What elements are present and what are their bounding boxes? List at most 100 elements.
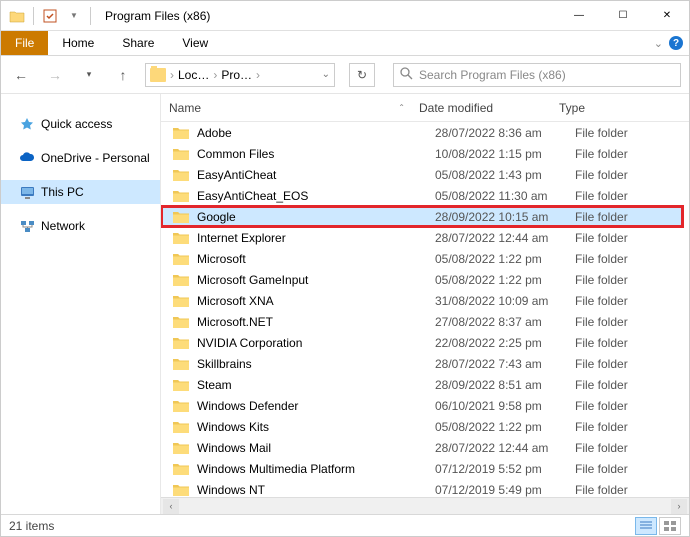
cell-type: File folder bbox=[575, 336, 689, 350]
expand-ribbon-icon[interactable]: ⌄ bbox=[654, 37, 663, 50]
cell-date: 07/12/2019 5:52 pm bbox=[435, 462, 575, 476]
content-area: Quick access OneDrive - Personal This PC… bbox=[1, 94, 689, 514]
cell-type: File folder bbox=[575, 399, 689, 413]
cell-name: Windows Mail bbox=[197, 441, 435, 455]
file-list[interactable]: Adobe28/07/2022 8:36 amFile folderCommon… bbox=[161, 122, 689, 497]
column-header-date[interactable]: Date modified bbox=[419, 101, 559, 115]
status-bar: 21 items bbox=[1, 514, 689, 536]
cell-date: 28/09/2022 10:15 am bbox=[435, 210, 575, 224]
qat-dropdown-icon[interactable]: ▼ bbox=[66, 8, 82, 24]
cell-name: Skillbrains bbox=[197, 357, 435, 371]
table-row[interactable]: Microsoft XNA31/08/2022 10:09 amFile fol… bbox=[161, 290, 689, 311]
address-bar[interactable]: › Loc… › Pro… › ⌄ bbox=[145, 63, 335, 87]
cell-date: 28/07/2022 12:44 am bbox=[435, 231, 575, 245]
table-row[interactable]: Windows Mail28/07/2022 12:44 amFile fold… bbox=[161, 437, 689, 458]
horizontal-scrollbar[interactable]: ‹ › bbox=[161, 497, 689, 514]
cell-date: 06/10/2021 9:58 pm bbox=[435, 399, 575, 413]
table-row[interactable]: Windows NT07/12/2019 5:49 pmFile folder bbox=[161, 479, 689, 497]
thumbnails-view-button[interactable] bbox=[659, 517, 681, 535]
table-row[interactable]: Microsoft.NET27/08/2022 8:37 amFile fold… bbox=[161, 311, 689, 332]
properties-icon[interactable] bbox=[42, 8, 58, 24]
ribbon-tab-share[interactable]: Share bbox=[108, 31, 168, 55]
breadcrumb-segment[interactable]: Loc… bbox=[178, 68, 209, 82]
window-title: Program Files (x86) bbox=[99, 9, 210, 23]
scroll-left-button[interactable]: ‹ bbox=[163, 499, 179, 514]
help-icon[interactable]: ? bbox=[669, 36, 683, 50]
nav-label: Quick access bbox=[41, 117, 112, 131]
table-row[interactable]: Windows Multimedia Platform07/12/2019 5:… bbox=[161, 458, 689, 479]
folder-icon bbox=[173, 441, 189, 455]
folder-icon bbox=[173, 420, 189, 434]
column-header-name[interactable]: Name ⌃ bbox=[169, 101, 419, 115]
cell-name: Internet Explorer bbox=[197, 231, 435, 245]
qat-divider bbox=[33, 7, 34, 25]
status-item-count: 21 items bbox=[9, 519, 54, 533]
folder-icon bbox=[173, 483, 189, 497]
navigation-pane: Quick access OneDrive - Personal This PC… bbox=[1, 94, 161, 514]
cell-type: File folder bbox=[575, 189, 689, 203]
search-box[interactable] bbox=[393, 63, 681, 87]
nav-label: Network bbox=[41, 219, 85, 233]
cell-name: Windows Multimedia Platform bbox=[197, 462, 435, 476]
cell-type: File folder bbox=[575, 126, 689, 140]
table-row[interactable]: Google28/09/2022 10:15 amFile folder bbox=[161, 206, 683, 227]
cell-name: Microsoft XNA bbox=[197, 294, 435, 308]
breadcrumb-segment[interactable]: Pro… bbox=[221, 68, 252, 82]
close-button[interactable]: ✕ bbox=[645, 1, 689, 31]
maximize-button[interactable]: ☐ bbox=[601, 1, 645, 31]
table-row[interactable]: Microsoft05/08/2022 1:22 pmFile folder bbox=[161, 248, 689, 269]
cell-name: Windows NT bbox=[197, 483, 435, 497]
table-row[interactable]: NVIDIA Corporation22/08/2022 2:25 pmFile… bbox=[161, 332, 689, 353]
cell-name: Microsoft GameInput bbox=[197, 273, 435, 287]
column-header-type[interactable]: Type bbox=[559, 101, 689, 115]
cell-date: 07/12/2019 5:49 pm bbox=[435, 483, 575, 497]
cell-type: File folder bbox=[575, 252, 689, 266]
nav-label: This PC bbox=[41, 185, 84, 199]
folder-icon bbox=[173, 189, 189, 203]
table-row[interactable]: Steam28/09/2022 8:51 amFile folder bbox=[161, 374, 689, 395]
cell-name: Microsoft bbox=[197, 252, 435, 266]
back-button[interactable]: ← bbox=[9, 63, 33, 87]
header-label: Name bbox=[169, 101, 201, 115]
up-button[interactable]: ↑ bbox=[111, 63, 135, 87]
table-row[interactable]: Internet Explorer28/07/2022 12:44 amFile… bbox=[161, 227, 689, 248]
search-input[interactable] bbox=[419, 68, 674, 82]
cell-name: Common Files bbox=[197, 147, 435, 161]
cell-name: NVIDIA Corporation bbox=[197, 336, 435, 350]
table-row[interactable]: Windows Defender06/10/2021 9:58 pmFile f… bbox=[161, 395, 689, 416]
nav-network[interactable]: Network bbox=[1, 214, 160, 238]
details-view-button[interactable] bbox=[635, 517, 657, 535]
table-row[interactable]: Windows Kits05/08/2022 1:22 pmFile folde… bbox=[161, 416, 689, 437]
ribbon-tab-file[interactable]: File bbox=[1, 31, 48, 55]
address-dropdown-icon[interactable]: ⌄ bbox=[322, 69, 330, 80]
recent-locations-button[interactable]: ▾ bbox=[77, 63, 101, 87]
table-row[interactable]: Microsoft GameInput05/08/2022 1:22 pmFil… bbox=[161, 269, 689, 290]
table-row[interactable]: EasyAntiCheat_EOS05/08/2022 11:30 amFile… bbox=[161, 185, 689, 206]
cell-name: Windows Kits bbox=[197, 420, 435, 434]
cell-type: File folder bbox=[575, 462, 689, 476]
folder-icon bbox=[150, 68, 166, 82]
nav-onedrive[interactable]: OneDrive - Personal bbox=[1, 146, 160, 170]
scroll-right-button[interactable]: › bbox=[671, 499, 687, 514]
cell-date: 05/08/2022 1:43 pm bbox=[435, 168, 575, 182]
title-bar: ▼ Program Files (x86) — ☐ ✕ bbox=[1, 1, 689, 31]
cell-date: 31/08/2022 10:09 am bbox=[435, 294, 575, 308]
refresh-button[interactable]: ↻ bbox=[349, 63, 375, 87]
folder-icon bbox=[173, 462, 189, 476]
forward-button[interactable]: → bbox=[43, 63, 67, 87]
table-row[interactable]: Common Files10/08/2022 1:15 pmFile folde… bbox=[161, 143, 689, 164]
table-row[interactable]: EasyAntiCheat05/08/2022 1:43 pmFile fold… bbox=[161, 164, 689, 185]
ribbon-tab-home[interactable]: Home bbox=[48, 31, 108, 55]
ribbon-tab-view[interactable]: View bbox=[168, 31, 222, 55]
minimize-button[interactable]: — bbox=[557, 1, 601, 31]
table-row[interactable]: Skillbrains28/07/2022 7:43 amFile folder bbox=[161, 353, 689, 374]
nav-quick-access[interactable]: Quick access bbox=[1, 112, 160, 136]
cell-date: 22/08/2022 2:25 pm bbox=[435, 336, 575, 350]
folder-icon bbox=[173, 210, 189, 224]
cell-name: Steam bbox=[197, 378, 435, 392]
cell-type: File folder bbox=[575, 378, 689, 392]
nav-this-pc[interactable]: This PC bbox=[1, 180, 160, 204]
folder-icon bbox=[173, 399, 189, 413]
crumb-sep: › bbox=[211, 68, 219, 82]
table-row[interactable]: Adobe28/07/2022 8:36 amFile folder bbox=[161, 122, 689, 143]
